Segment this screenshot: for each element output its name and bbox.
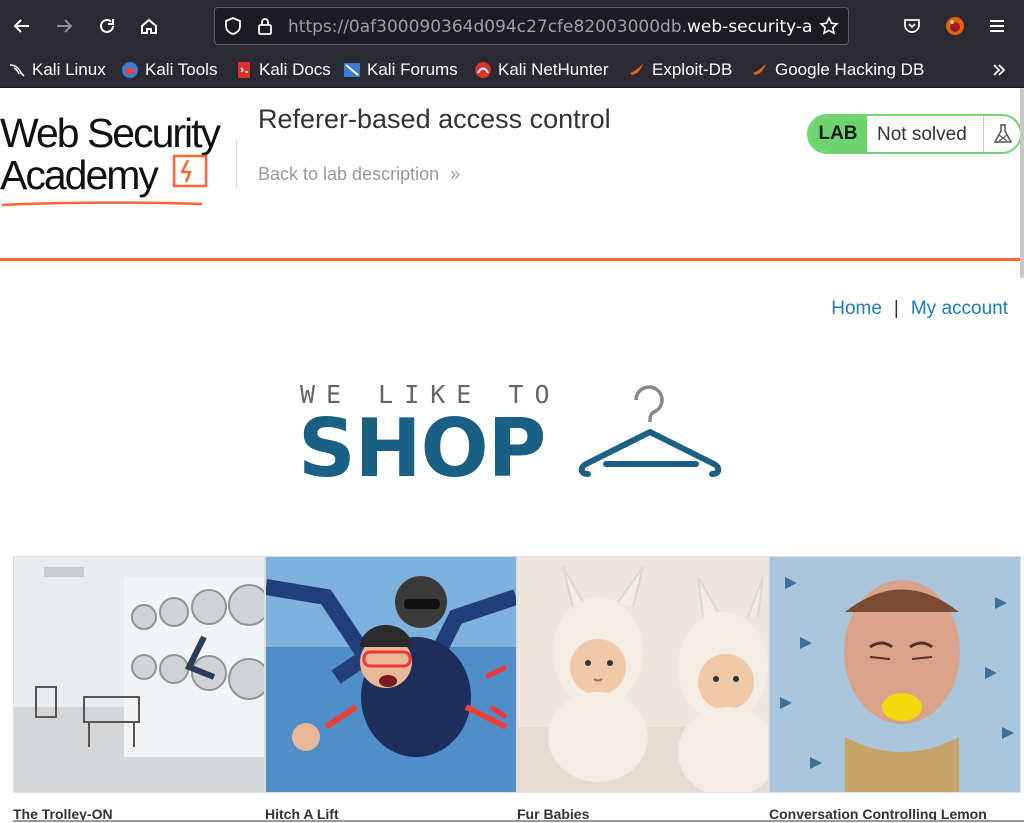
reload-icon[interactable] — [91, 10, 123, 42]
address-bar[interactable]: https://0af300090364d094c27cfe82003000db… — [214, 7, 849, 45]
home-icon[interactable] — [133, 10, 165, 42]
nethunter-icon — [474, 61, 492, 79]
back-arrow-icon[interactable] — [6, 10, 38, 42]
page-scrollbar[interactable] — [1020, 88, 1024, 278]
double-chevron-icon: » — [450, 164, 461, 184]
logo-underline — [1, 201, 203, 207]
flask-icon — [991, 122, 1015, 146]
exploit-db-icon — [628, 61, 646, 79]
top-nav: Home | My account — [831, 298, 1008, 320]
bookmark-star-icon[interactable] — [819, 16, 839, 40]
nav-my-account-link[interactable]: My account — [911, 298, 1008, 320]
shop-logo: WE LIKE TO SHOP — [298, 380, 730, 495]
bookmarks-bar: Kali Linux Kali Tools Kali Docs Kali For… — [0, 52, 1024, 88]
kali-forums-icon — [343, 61, 361, 79]
bookmark-exploit-db[interactable]: Exploit-DB — [628, 58, 732, 82]
browser-toolbar: https://0af300090364d094c27cfe82003000db… — [0, 0, 1024, 52]
extension-icon[interactable] — [939, 10, 971, 42]
bookmark-kali-tools[interactable]: Kali Tools — [121, 58, 217, 82]
page-content: Web Security Academy Referer-based acces… — [0, 88, 1024, 823]
lab-status-text: Not solved — [877, 124, 967, 145]
lab-badge: LAB — [809, 116, 867, 152]
shop-wordmark: SHOP — [298, 402, 546, 495]
product-image-fur-babies[interactable] — [517, 556, 769, 793]
bookmark-google-hacking-db[interactable]: Google Hacking DB — [751, 58, 924, 82]
product-image-hitch-a-lift[interactable] — [265, 556, 517, 793]
more-bookmarks-chevron-icon[interactable] — [990, 58, 1008, 82]
ghdb-icon — [751, 61, 769, 79]
academy-bolt-icon — [172, 154, 208, 188]
lab-status-widget: LAB Not solved — [807, 114, 1022, 154]
kali-icon — [8, 61, 26, 79]
nav-separator: | — [893, 298, 899, 319]
bookmark-kali-forums[interactable]: Kali Forums — [343, 58, 458, 82]
url-text[interactable]: https://0af300090364d094c27cfe82003000db… — [288, 17, 811, 37]
product-grid: The Trolley-ON Hitch A Lift Fur Babies C… — [13, 556, 1024, 822]
forward-arrow-icon[interactable] — [48, 10, 80, 42]
shield-icon[interactable] — [223, 16, 243, 40]
web-security-academy-logo[interactable]: Web Security Academy — [0, 112, 221, 208]
product-image-lemon[interactable] — [769, 556, 1021, 793]
bookmark-kali-docs[interactable]: Kali Docs — [235, 58, 331, 82]
lab-widget-divider — [983, 116, 984, 152]
product-image-trolley[interactable] — [13, 556, 265, 793]
bookmark-kali-nethunter[interactable]: Kali NetHunter — [474, 58, 609, 82]
header-orange-rule — [0, 258, 1024, 261]
product-row-rule — [13, 820, 1024, 822]
hanger-icon — [578, 385, 722, 477]
kali-tools-icon — [121, 61, 139, 79]
menu-icon[interactable] — [981, 10, 1013, 42]
lab-title: Referer-based access control — [258, 104, 611, 134]
header-divider — [236, 140, 237, 188]
lock-icon[interactable] — [255, 16, 275, 40]
nav-home-link[interactable]: Home — [831, 298, 882, 320]
kali-docs-icon — [235, 61, 253, 79]
bookmark-kali-linux[interactable]: Kali Linux — [8, 58, 106, 82]
pocket-icon[interactable] — [896, 10, 928, 42]
back-to-lab-link[interactable]: Back to lab description » — [258, 164, 460, 185]
